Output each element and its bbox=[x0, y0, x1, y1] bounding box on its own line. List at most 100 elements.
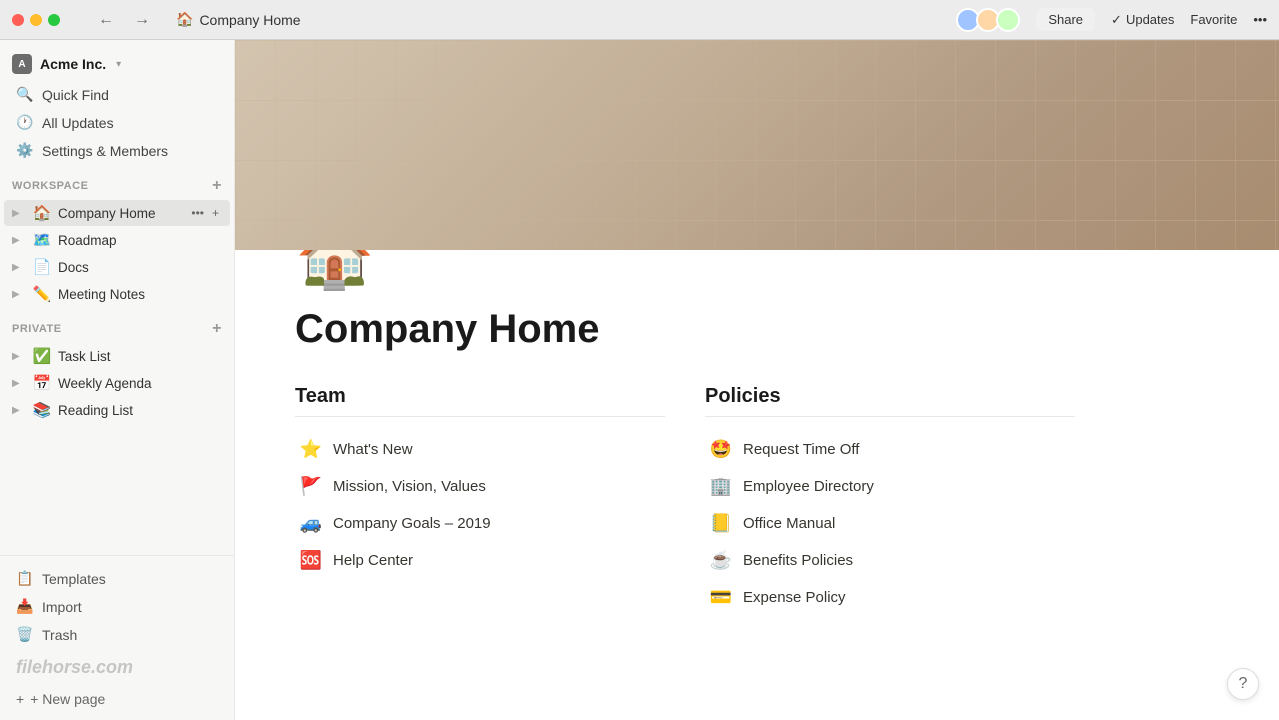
credit-card-icon: 💳 bbox=[709, 587, 733, 608]
item-more-button[interactable]: ••• bbox=[188, 204, 207, 222]
link-whats-new[interactable]: ⭐ What's New bbox=[295, 433, 665, 466]
expand-icon: ▶ bbox=[12, 351, 26, 362]
policies-heading: Policies bbox=[705, 385, 1075, 417]
share-button[interactable]: Share bbox=[1036, 8, 1095, 31]
sidebar-item-templates[interactable]: 📋 Templates bbox=[4, 565, 230, 592]
help-button[interactable]: ? bbox=[1227, 668, 1259, 700]
meeting-notes-icon: ✏️ bbox=[32, 285, 52, 303]
page-breadcrumb: 🏠 Company Home bbox=[176, 11, 301, 28]
reading-list-label: Reading List bbox=[58, 403, 222, 418]
sidebar-item-quick-find[interactable]: 🔍 Quick Find bbox=[4, 81, 230, 108]
new-page-label: + New page bbox=[30, 691, 105, 707]
workspace-name: Acme Inc. bbox=[40, 56, 106, 72]
team-heading: Team bbox=[295, 385, 665, 417]
sidebar-item-company-home[interactable]: ▶ 🏠 Company Home ••• + bbox=[4, 200, 230, 226]
close-button[interactable] bbox=[12, 14, 24, 26]
minimize-button[interactable] bbox=[30, 14, 42, 26]
page-title: Company Home bbox=[295, 305, 1075, 353]
back-button[interactable]: ← bbox=[92, 9, 120, 31]
expand-icon: ▶ bbox=[12, 289, 26, 300]
flag-icon: 🚩 bbox=[299, 476, 323, 497]
sidebar-item-settings[interactable]: ⚙️ Settings & Members bbox=[4, 137, 230, 164]
task-list-icon: ✅ bbox=[32, 347, 52, 365]
cover-image bbox=[235, 40, 1279, 250]
private-section-header: PRIVATE + bbox=[0, 308, 234, 342]
sidebar-item-docs[interactable]: ▶ 📄 Docs bbox=[4, 254, 230, 280]
workspace-icon: A bbox=[12, 54, 32, 74]
expand-icon: ▶ bbox=[12, 405, 26, 416]
company-home-actions: ••• + bbox=[188, 204, 222, 222]
breadcrumb-title: Company Home bbox=[199, 12, 300, 28]
star-face-icon: 🤩 bbox=[709, 439, 733, 460]
sos-icon: 🆘 bbox=[299, 550, 323, 571]
link-expense-policy[interactable]: 💳 Expense Policy bbox=[705, 581, 1075, 614]
link-help-center[interactable]: 🆘 Help Center bbox=[295, 544, 665, 577]
workspace-section-header: WORKSPACE + bbox=[0, 165, 234, 199]
more-options-button[interactable]: ••• bbox=[1253, 12, 1267, 27]
avatar-3 bbox=[996, 8, 1020, 32]
link-benefits-policies[interactable]: ☕ Benefits Policies bbox=[705, 544, 1075, 577]
company-home-icon: 🏠 bbox=[32, 204, 52, 222]
navigation: ← → bbox=[92, 9, 156, 31]
sidebar: A Acme Inc. ▾ 🔍 Quick Find 🕐 All Updates… bbox=[0, 40, 235, 720]
workspace-header[interactable]: A Acme Inc. ▾ bbox=[0, 48, 234, 80]
new-page-button[interactable]: + + New page bbox=[4, 686, 230, 712]
import-label: Import bbox=[42, 599, 82, 615]
link-request-time-off[interactable]: 🤩 Request Time Off bbox=[705, 433, 1075, 466]
docs-label: Docs bbox=[58, 260, 222, 275]
office-manual-link: Office Manual bbox=[743, 515, 835, 532]
company-home-label: Company Home bbox=[58, 206, 182, 221]
whats-new-link: What's New bbox=[333, 441, 413, 458]
expand-icon: ▶ bbox=[12, 262, 26, 273]
trash-label: Trash bbox=[42, 627, 77, 643]
sidebar-item-roadmap[interactable]: ▶ 🗺️ Roadmap bbox=[4, 227, 230, 253]
weekly-agenda-icon: 📅 bbox=[32, 374, 52, 392]
main-content: 🏠 Company Home Team ⭐ What's New 🚩 Missi… bbox=[235, 40, 1279, 720]
workspace-section-label: WORKSPACE bbox=[12, 180, 88, 192]
mission-vision-link: Mission, Vision, Values bbox=[333, 478, 486, 495]
link-mission-vision[interactable]: 🚩 Mission, Vision, Values bbox=[295, 470, 665, 503]
weekly-agenda-label: Weekly Agenda bbox=[58, 376, 222, 391]
help-center-link: Help Center bbox=[333, 552, 413, 569]
titlebar: ← → 🏠 Company Home Share ✓ Updates Favor… bbox=[0, 0, 1279, 40]
updates-button[interactable]: ✓ Updates bbox=[1111, 12, 1174, 28]
favorite-button[interactable]: Favorite bbox=[1190, 12, 1237, 27]
roadmap-label: Roadmap bbox=[58, 233, 222, 248]
workspace-add-button[interactable]: + bbox=[212, 177, 222, 195]
expand-icon: ▶ bbox=[12, 208, 26, 219]
sidebar-top: A Acme Inc. ▾ 🔍 Quick Find 🕐 All Updates… bbox=[0, 40, 234, 432]
company-goals-link: Company Goals – 2019 bbox=[333, 515, 491, 532]
private-section-label: PRIVATE bbox=[12, 323, 62, 335]
roadmap-icon: 🗺️ bbox=[32, 231, 52, 249]
sidebar-item-all-updates[interactable]: 🕐 All Updates bbox=[4, 109, 230, 136]
maximize-button[interactable] bbox=[48, 14, 60, 26]
sidebar-item-meeting-notes[interactable]: ▶ ✏️ Meeting Notes bbox=[4, 281, 230, 307]
building-icon: 🏢 bbox=[709, 476, 733, 497]
expense-policy-link: Expense Policy bbox=[743, 589, 846, 606]
task-list-label: Task List bbox=[58, 349, 222, 364]
meeting-notes-label: Meeting Notes bbox=[58, 287, 222, 302]
link-company-goals[interactable]: 🚙 Company Goals – 2019 bbox=[295, 507, 665, 540]
cover-image-inner bbox=[235, 40, 1279, 250]
docs-icon: 📄 bbox=[32, 258, 52, 276]
forward-button[interactable]: → bbox=[128, 9, 156, 31]
link-office-manual[interactable]: 📒 Office Manual bbox=[705, 507, 1075, 540]
notebook-icon: 📒 bbox=[709, 513, 733, 534]
workspace-caret-icon: ▾ bbox=[116, 59, 121, 70]
collaborator-avatars bbox=[956, 8, 1020, 32]
search-icon: 🔍 bbox=[16, 86, 34, 103]
content-sections: Team ⭐ What's New 🚩 Mission, Vision, Val… bbox=[295, 385, 1075, 614]
breadcrumb-icon: 🏠 bbox=[176, 11, 193, 28]
link-employee-directory[interactable]: 🏢 Employee Directory bbox=[705, 470, 1075, 503]
expand-icon: ▶ bbox=[12, 378, 26, 389]
sidebar-item-task-list[interactable]: ▶ ✅ Task List bbox=[4, 343, 230, 369]
private-add-button[interactable]: + bbox=[212, 320, 222, 338]
sidebar-item-import[interactable]: 📥 Import bbox=[4, 593, 230, 620]
item-add-button[interactable]: + bbox=[209, 204, 222, 222]
car-icon: 🚙 bbox=[299, 513, 323, 534]
sidebar-item-trash[interactable]: 🗑️ Trash bbox=[4, 621, 230, 648]
request-time-off-link: Request Time Off bbox=[743, 441, 859, 458]
sidebar-bottom: 📋 Templates 📥 Import 🗑️ Trash filehorse.… bbox=[0, 555, 234, 720]
sidebar-item-reading-list[interactable]: ▶ 📚 Reading List bbox=[4, 397, 230, 423]
sidebar-item-weekly-agenda[interactable]: ▶ 📅 Weekly Agenda bbox=[4, 370, 230, 396]
